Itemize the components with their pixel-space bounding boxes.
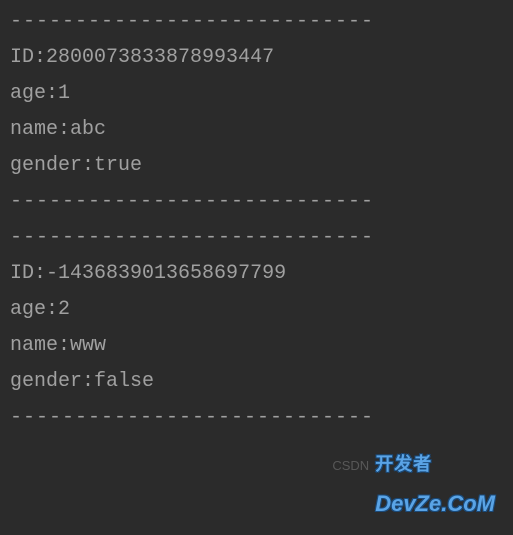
record-age-line: age:1: [10, 76, 503, 112]
gender-label: gender: [10, 370, 82, 393]
name-value: www: [70, 334, 106, 357]
age-value: 1: [58, 82, 70, 105]
name-value: abc: [70, 118, 106, 141]
watermark-csdn: CSDN: [332, 454, 369, 477]
age-label: age: [10, 298, 46, 321]
name-label: name: [10, 118, 58, 141]
record-age-line: age:2: [10, 292, 503, 328]
record-gender-line: gender:true: [10, 148, 503, 184]
record-gender-line: gender:false: [10, 364, 503, 400]
record-name-line: name:www: [10, 328, 503, 364]
gender-value: true: [94, 154, 142, 177]
divider-line: ----------------------------: [10, 220, 503, 256]
id-value: -1436839013658697799: [46, 262, 286, 285]
divider-line: ----------------------------: [10, 400, 503, 436]
watermark-en-text: DevZe.CoM: [375, 491, 495, 516]
age-label: age: [10, 82, 46, 105]
id-label: ID: [10, 46, 34, 69]
age-value: 2: [58, 298, 70, 321]
id-label: ID: [10, 262, 34, 285]
gender-label: gender: [10, 154, 82, 177]
watermark-cn-text: 开发者: [375, 454, 432, 474]
record-id-line: ID:2800073833878993447: [10, 40, 503, 76]
name-label: name: [10, 334, 58, 357]
record-id-line: ID:-1436839013658697799: [10, 256, 503, 292]
divider-line: ----------------------------: [10, 4, 503, 40]
id-value: 2800073833878993447: [46, 46, 274, 69]
gender-value: false: [94, 370, 154, 393]
record-name-line: name:abc: [10, 112, 503, 148]
console-output: ---------------------------- ID:28000738…: [10, 4, 503, 436]
divider-line: ----------------------------: [10, 184, 503, 220]
